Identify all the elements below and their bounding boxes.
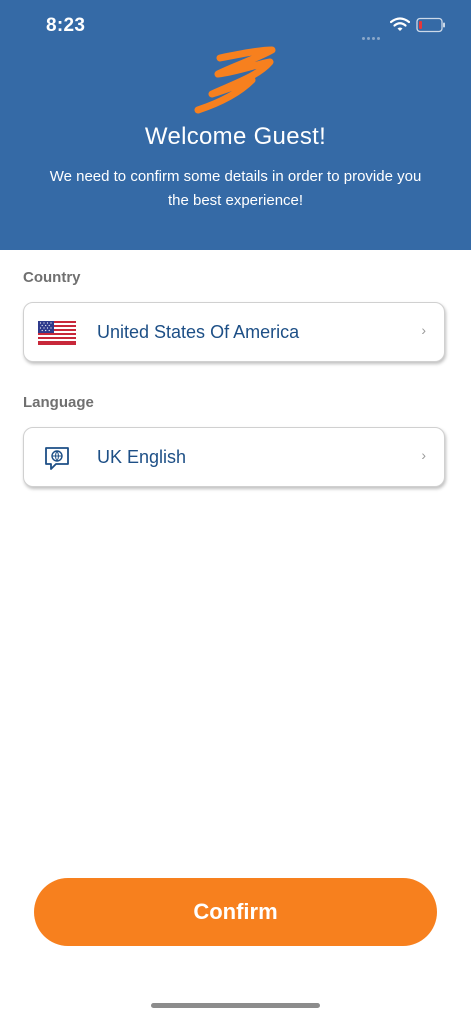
subtitle-line-2: the best experience! <box>167 192 304 209</box>
cellular-signal-icon <box>362 27 382 45</box>
country-label: Country <box>23 269 81 286</box>
confirm-button[interactable]: Confirm <box>34 878 437 946</box>
brand-logo-icon <box>194 46 276 114</box>
status-time: 8:23 <box>46 15 86 36</box>
language-value: UK English <box>97 447 187 467</box>
language-label: Language <box>23 394 94 411</box>
battery-icon <box>416 17 445 33</box>
subtitle-line-1: We need to confirm some details in order… <box>49 168 422 185</box>
chevron-right-icon: › <box>421 447 426 463</box>
us-flag-icon <box>38 321 76 345</box>
home-indicator[interactable] <box>151 1003 320 1008</box>
header: 8:23 Welcome Guest! We need to confirm s… <box>0 0 471 250</box>
language-selector[interactable]: UK English › <box>23 427 445 487</box>
chevron-right-icon: › <box>421 322 426 338</box>
wifi-icon <box>390 17 410 31</box>
country-value: United States Of America <box>97 322 300 342</box>
country-selector[interactable]: United States Of America › <box>23 302 445 362</box>
language-chat-icon <box>45 447 69 470</box>
welcome-subtitle: We need to confirm some details in order… <box>28 165 443 213</box>
welcome-title: Welcome Guest! <box>144 123 327 150</box>
